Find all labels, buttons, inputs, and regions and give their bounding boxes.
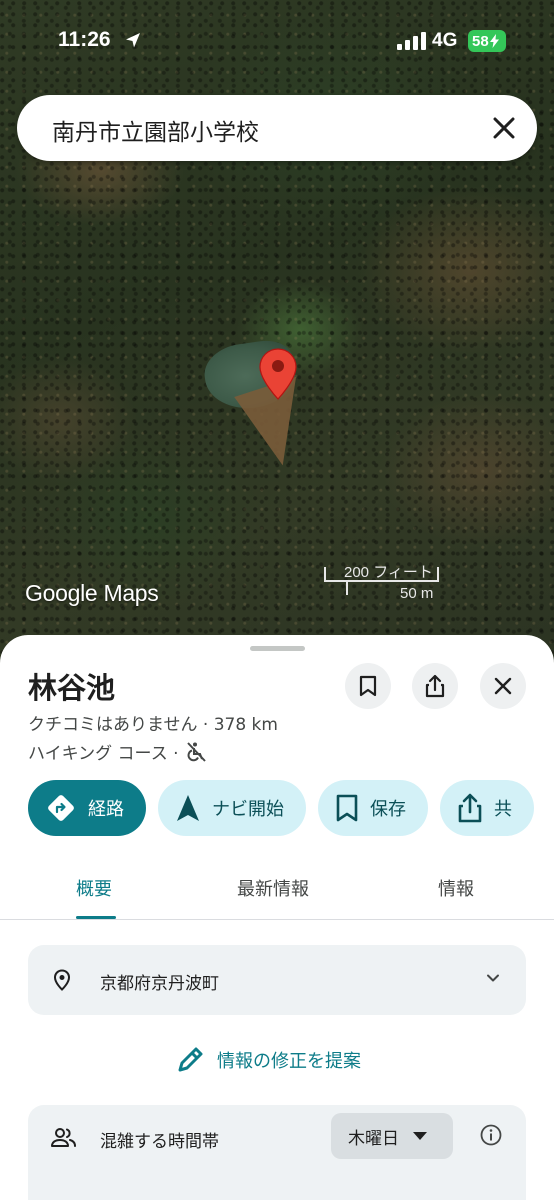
scale-feet-label: 200 フィート: [344, 564, 433, 581]
popular-times-label: 混雑する時間帯: [100, 1132, 219, 1152]
address-row[interactable]: 京都府京丹波町: [28, 945, 526, 1015]
scale-tick: [324, 567, 326, 582]
share-chip-button[interactable]: 共: [440, 780, 534, 836]
save-chip-button[interactable]: 保存: [318, 780, 428, 836]
place-title: 林谷池: [28, 671, 116, 705]
address-text: 京都府京丹波町: [100, 974, 219, 994]
close-icon[interactable]: [491, 115, 517, 141]
people-icon: [51, 1128, 76, 1147]
search-bar[interactable]: 南丹市立園部小学校: [17, 95, 537, 161]
navigation-arrow-icon: [177, 795, 199, 821]
tab-updates[interactable]: 最新情報: [237, 875, 309, 901]
reviews-distance: クチコミはありません · 378 km: [28, 715, 278, 735]
directions-label: 経路: [88, 799, 124, 820]
cellular-signal-icon: [397, 32, 426, 50]
share-label: 共: [494, 799, 512, 820]
save-label: 保存: [370, 799, 406, 820]
location-pin-icon[interactable]: [259, 348, 297, 400]
place-category: ハイキング コース ·: [28, 744, 179, 764]
place-bottom-sheet[interactable]: 林谷池 クチコミはありません · 378 km ハイキング コース · 経路 ナ…: [0, 635, 554, 1200]
chevron-down-icon[interactable]: [485, 970, 501, 986]
map-scale: 200 フィート 50 m: [324, 561, 444, 602]
info-icon[interactable]: [480, 1124, 502, 1146]
status-time: 11:26: [58, 28, 111, 51]
suggest-edit-label: 情報の修正を提案: [217, 1051, 361, 1072]
battery-indicator: 58: [468, 30, 506, 52]
google-maps-logo: Google Maps: [25, 580, 159, 606]
active-tab-indicator: [76, 916, 116, 919]
battery-level: 58: [472, 32, 489, 50]
network-type: 4G: [432, 30, 458, 51]
share-icon: [425, 674, 445, 698]
share-button[interactable]: [412, 663, 458, 709]
action-chips: 経路 ナビ開始 保存 共: [28, 780, 534, 836]
start-navigation-label: ナビ開始: [212, 799, 284, 820]
tab-bar: 概要 最新情報 情報: [0, 865, 554, 920]
tab-overview[interactable]: 概要: [76, 875, 112, 901]
charging-bolt-icon: [489, 34, 499, 48]
scale-tick: [346, 580, 348, 595]
directions-icon: [48, 795, 74, 821]
bookmark-icon: [336, 794, 358, 822]
scale-tick: [437, 567, 439, 582]
location-services-icon: [126, 33, 140, 48]
caret-down-icon: [413, 1132, 427, 1140]
not-wheelchair-accessible-icon: [186, 741, 206, 762]
place-category-row: ハイキング コース ·: [28, 739, 207, 764]
location-pin-icon: [53, 969, 71, 991]
bookmark-icon: [359, 675, 377, 697]
share-icon: [458, 793, 482, 823]
close-icon: [494, 677, 512, 695]
search-query[interactable]: 南丹市立園部小学校: [52, 113, 259, 147]
close-sheet-button[interactable]: [480, 663, 526, 709]
suggest-edit-link[interactable]: 情報の修正を提案: [175, 1045, 361, 1075]
pencil-icon: [178, 1047, 203, 1072]
directions-button[interactable]: 経路: [28, 780, 146, 836]
popular-times-card: 混雑する時間帯 木曜日: [28, 1105, 526, 1200]
drag-handle[interactable]: [250, 646, 305, 651]
day-dropdown[interactable]: 木曜日: [331, 1113, 453, 1159]
status-bar: 11:26 4G 58: [0, 0, 554, 80]
day-dropdown-value: 木曜日: [348, 1128, 399, 1149]
save-button[interactable]: [345, 663, 391, 709]
scale-meters-label: 50 m: [400, 585, 434, 602]
start-navigation-button[interactable]: ナビ開始: [158, 780, 306, 836]
tab-about[interactable]: 情報: [438, 875, 474, 901]
